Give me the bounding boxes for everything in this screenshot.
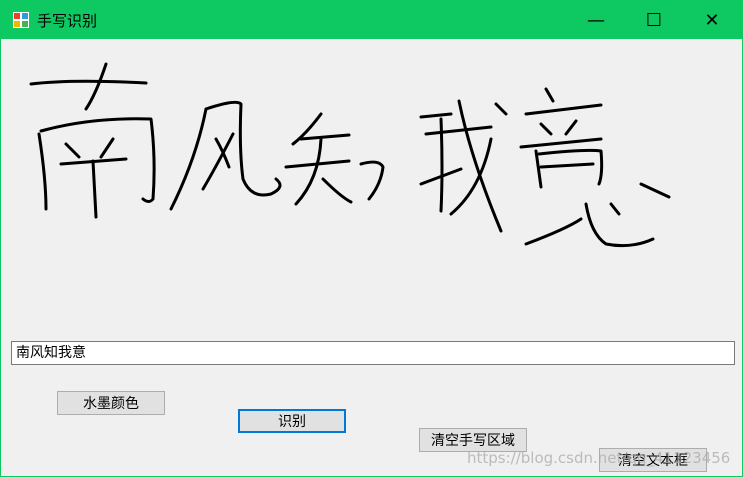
- window-title: 手写识别: [37, 11, 98, 30]
- minimize-icon[interactable]: —: [567, 1, 625, 39]
- recognize-button[interactable]: 识别: [238, 409, 346, 433]
- app-icon: [13, 12, 29, 28]
- maximize-icon[interactable]: ☐: [625, 1, 683, 39]
- close-icon[interactable]: ✕: [683, 1, 741, 39]
- watermark-text: https://blog.csdn.net/qq_41123456: [467, 449, 731, 467]
- app-window: 手写识别 — ☐ ✕ 南风知我意 水墨颜色 识别 清空手写区域 清空文本框 ht…: [0, 0, 743, 477]
- recognition-result-field[interactable]: 南风知我意: [11, 341, 735, 365]
- title-bar[interactable]: 手写识别 — ☐ ✕: [1, 1, 742, 39]
- ink-strokes: [29, 62, 671, 248]
- handwriting-canvas[interactable]: [1, 39, 742, 335]
- ink-color-button[interactable]: 水墨颜色: [57, 391, 165, 415]
